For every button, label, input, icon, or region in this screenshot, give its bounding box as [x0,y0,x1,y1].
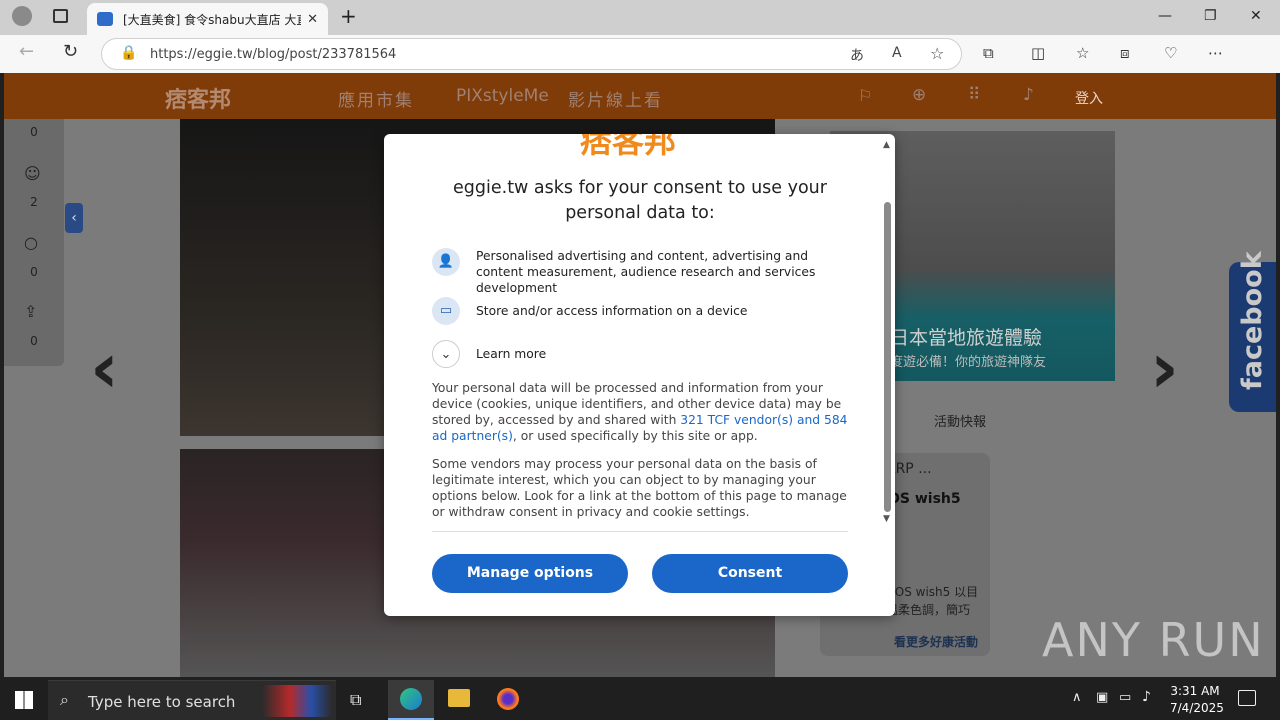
profile-avatar-icon[interactable] [12,6,32,26]
clock-date: 7/4/2025 [1170,701,1224,715]
collections-icon[interactable]: ⧈ [1120,44,1130,62]
count-value: 0 [30,265,38,279]
browser-tab-active[interactable]: [大直美食] 食令shabu大直店 大直 ✕ [87,3,328,35]
person-icon: 👤 [432,248,460,276]
clock-time: 3:31 AM [1170,684,1220,698]
file-explorer-icon[interactable] [448,689,470,707]
screen: [大直美食] 食令shabu大直店 大直 ✕ + — ❐ ✕ ← ↻ 🔒 htt… [0,0,1280,720]
login-link[interactable]: 登入 [1075,88,1103,108]
consent-paragraph: Your personal data will be processed and… [432,380,848,444]
card-text: UOS wish5 以目 [886,585,979,599]
new-tab-icon[interactable]: + [340,4,357,28]
share-icon[interactable]: ⇪ [24,302,37,321]
scroll-up-icon[interactable]: ▲ [883,140,890,150]
learn-more-label: Learn more [476,347,547,361]
refresh-icon[interactable]: ↻ [63,41,78,62]
facebook-label: facebook [1237,251,1268,390]
minimize-icon[interactable]: — [1158,8,1172,24]
device-icon: ▭ [432,297,460,325]
comment-icon[interactable]: ○ [24,233,38,252]
edge-icon [400,688,422,710]
card-text: OS wish5 [888,491,961,507]
dialog-scrollbar[interactable]: ▲ ▼ [882,140,894,530]
sidebar-section-title: 活動快報 [934,415,987,430]
tray-chevron-icon[interactable]: ∧ [1072,690,1082,705]
nav-item-pixstyleme[interactable]: PIXstyleMe [456,86,549,106]
divider [432,531,848,532]
manage-options-button[interactable]: Manage options [432,554,628,593]
consent-dialog: 痞客邦 eggie.tw asks for your consent to us… [384,134,895,616]
taskbar-clock[interactable]: 3:31 AM 7/4/2025 [1170,683,1224,717]
tab-title: [大直美食] 食令shabu大直店 大直 [123,12,302,27]
taskbar-search[interactable]: ⌕ Type here to search [48,680,336,720]
count-value: 0 [30,334,38,348]
site-header: 痞客邦 應用市集 PIXstyleMe 影片線上看 ⚐ ⊕ ⠿ ♪ 登入 [4,73,1276,119]
watermark-logo: ANY RUN [1042,613,1265,667]
restore-icon[interactable]: ❐ [1204,8,1217,24]
paragraph-text: , or used specifically by this site or a… [512,429,758,443]
url-text: https://eggie.tw/blog/post/233781564 [150,47,397,62]
legitimate-interest-paragraph: Some vendors may process your personal d… [432,457,847,519]
consent-button[interactable]: Consent [652,554,848,593]
ad-subline: 度遊必備！你的旅遊神隊友 [890,355,1047,370]
more-events-link[interactable]: 看更多好康活動 [894,633,978,650]
chevron-down-icon[interactable]: ⌄ [432,340,460,368]
tray-device-icon[interactable]: ▣ [1096,690,1108,705]
notification-center-icon[interactable] [1238,690,1256,706]
nav-item-app-market[interactable]: 應用市集 [338,86,414,111]
collapse-rail-icon[interactable]: ‹ [65,203,83,233]
purpose-text: Personalised advertising and content, ad… [476,249,816,295]
windows-start-icon[interactable] [15,691,33,709]
settings-menu-icon[interactable]: ⋯ [1208,44,1223,62]
scroll-thumb[interactable] [884,202,891,512]
dialog-title: eggie.tw asks for your consent to use yo… [453,178,827,223]
like-icon[interactable]: ☺ [24,164,41,183]
bookmark-icon[interactable]: ⚐ [858,86,872,105]
favorite-star-icon[interactable]: ☆ [930,44,944,63]
split-screen-icon[interactable]: ◫ [1031,44,1045,62]
network-icon[interactable]: ▭ [1119,690,1131,705]
read-aloud-icon[interactable]: A [892,45,902,61]
windows-taskbar: ⌕ Type here to search ⧉ ∧ ▣ ▭ ♪ 3:31 AM … [0,680,1280,720]
site-favicon-icon [97,12,113,26]
card-text: 溫柔色調，簡巧 [886,603,971,617]
extensions-icon[interactable]: ⧉ [983,44,994,62]
count-value: 2 [30,195,38,209]
site-logo[interactable]: 痞客邦 [165,82,231,114]
purpose-text: Store and/or access information on a dev… [476,304,748,318]
firefox-icon[interactable] [497,688,519,710]
next-arrow-icon[interactable]: › [1150,333,1179,403]
favorites-icon[interactable]: ☆ [1076,44,1089,62]
nav-item-video[interactable]: 影片線上看 [568,86,663,111]
count-value: 0 [30,125,38,139]
dialog-logo: 痞客邦 [580,134,677,160]
search-icon: ⌕ [60,690,69,709]
share-rail: 0 ☺ 2 ○ 0 ⇪ 0 [4,119,64,366]
prev-arrow-icon[interactable]: ‹ [90,333,119,403]
apps-grid-icon[interactable]: ⠿ [968,85,980,105]
browser-essentials-icon[interactable]: ♡ [1164,44,1177,62]
facebook-tab[interactable]: facebook [1229,251,1276,412]
tab-actions-icon[interactable] [53,9,68,23]
browser-tab-strip: [大直美食] 食令shabu大直店 大直 ✕ + — ❐ ✕ [0,0,1280,35]
lock-icon[interactable]: 🔒 [120,45,137,61]
back-icon[interactable]: ← [19,41,34,62]
search-icon[interactable]: ⊕ [912,85,926,105]
scroll-down-icon[interactable]: ▼ [883,514,890,524]
ad-headline: 日本當地旅遊體驗 [890,327,1043,349]
task-view-icon[interactable]: ⧉ [350,690,361,710]
close-window-icon[interactable]: ✕ [1250,8,1262,24]
address-bar[interactable]: 🔒 https://eggie.tw/blog/post/233781564 あ… [101,38,962,70]
translate-icon[interactable]: あ [850,45,864,65]
search-highlight-icon [262,685,332,717]
search-placeholder: Type here to search [88,693,236,711]
volume-icon[interactable]: ♪ [1142,689,1151,705]
tab-close-icon[interactable]: ✕ [307,12,318,27]
notification-bell-icon[interactable]: ♪ [1023,85,1034,105]
edge-taskbar-button[interactable] [388,680,434,720]
browser-toolbar: ← ↻ 🔒 https://eggie.tw/blog/post/2337815… [0,35,1280,99]
